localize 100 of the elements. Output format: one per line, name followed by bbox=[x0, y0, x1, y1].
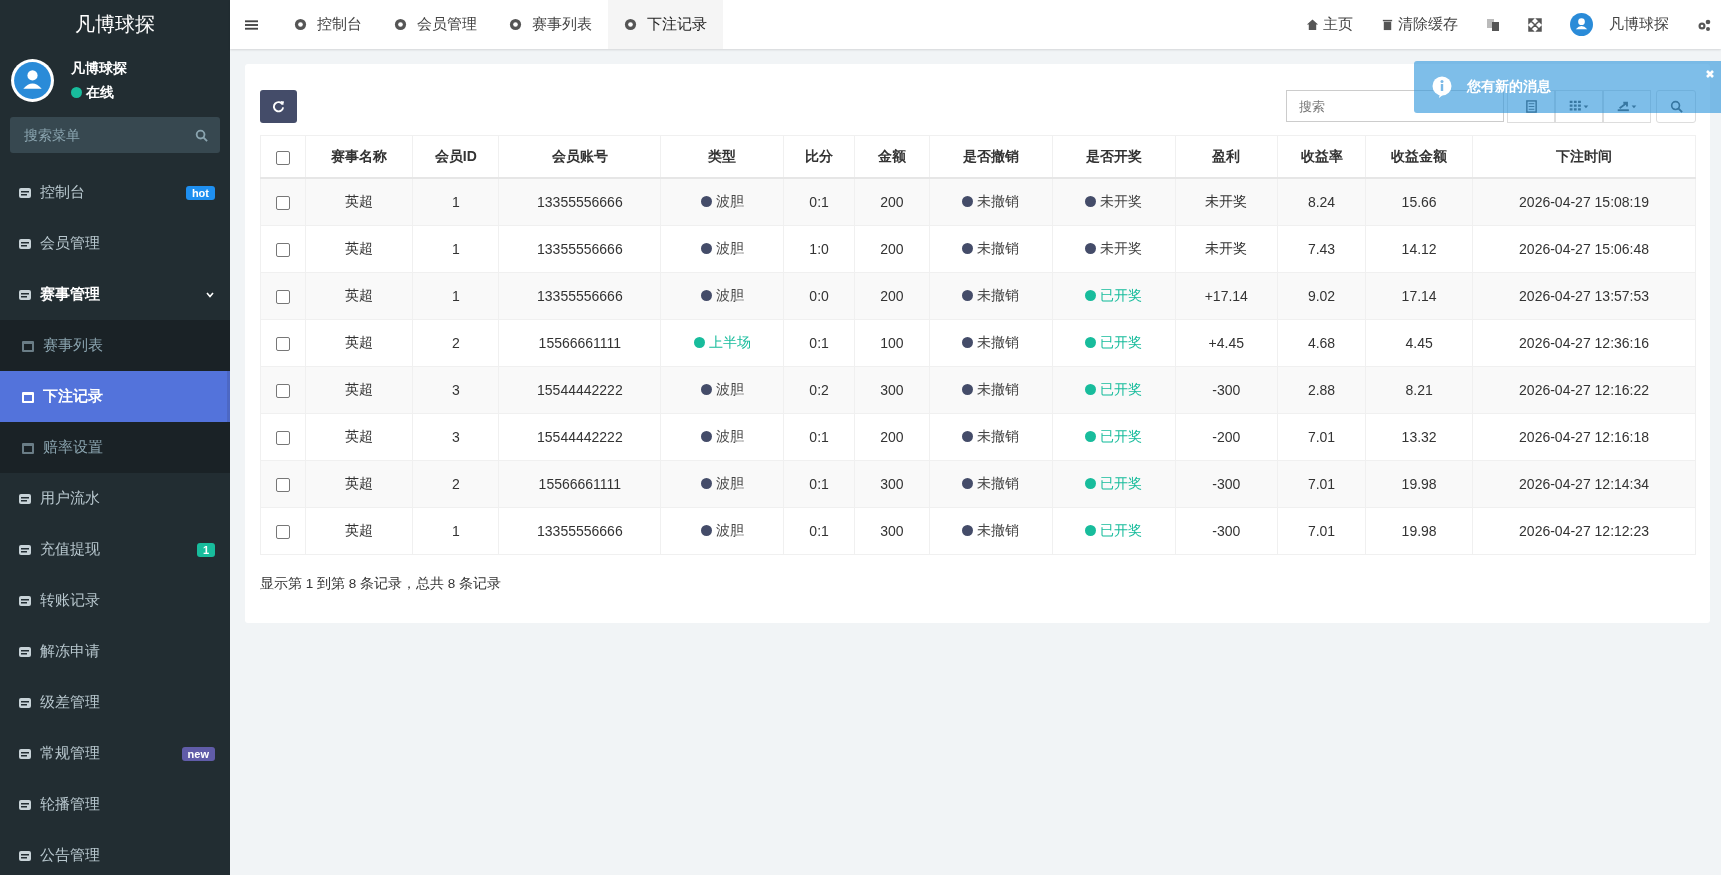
refresh-icon bbox=[272, 99, 285, 113]
menu-icon[interactable] bbox=[245, 18, 258, 31]
status-label: 未撤销 bbox=[977, 193, 1020, 209]
row-checkbox[interactable] bbox=[275, 196, 290, 211]
status-label: 已开奖 bbox=[1100, 381, 1143, 397]
table-cell: 300 bbox=[880, 382, 904, 398]
table-cell: 300 bbox=[880, 523, 904, 539]
table-cell: 4.45 bbox=[1405, 335, 1433, 351]
table-cell: -200 bbox=[1212, 429, 1241, 445]
nav-tab[interactable]: 控制台 bbox=[278, 0, 378, 49]
home-link[interactable]: 主页 bbox=[1292, 0, 1367, 49]
column-header[interactable]: 金额 bbox=[877, 147, 906, 164]
menu-item[interactable]: 充值提现 1 bbox=[0, 524, 230, 575]
column-header[interactable]: 收益率 bbox=[1300, 147, 1343, 164]
columns-button[interactable] bbox=[1555, 89, 1603, 123]
table-cell: 15544442222 bbox=[537, 429, 623, 445]
table-cell: 1 bbox=[451, 523, 460, 539]
table-cell: +4.45 bbox=[1208, 335, 1244, 351]
status-label: 上半场 bbox=[708, 334, 751, 350]
table-cell: 4.68 bbox=[1307, 335, 1336, 351]
status-label: 已开奖 bbox=[1100, 428, 1143, 444]
menu-item[interactable]: 级差管理 bbox=[0, 677, 230, 728]
menu-item[interactable]: 控制台 hot bbox=[0, 167, 230, 218]
menu-item[interactable]: 轮播管理 bbox=[0, 779, 230, 830]
column-header[interactable]: 下注时间 bbox=[1556, 147, 1613, 164]
table-cell: 15.66 bbox=[1401, 194, 1437, 210]
search-field[interactable]: 搜索菜单 bbox=[10, 117, 220, 153]
table-cell: 0:1 bbox=[809, 335, 829, 351]
table-cell: 0:1 bbox=[809, 194, 829, 210]
menu-item[interactable]: 会员管理 bbox=[0, 218, 230, 269]
column-header[interactable]: 是否开奖 bbox=[1085, 147, 1142, 164]
status-label: 已开奖 bbox=[1100, 522, 1143, 538]
table-cell: 100 bbox=[880, 335, 904, 351]
table-cell: 200 bbox=[880, 194, 904, 210]
table-cell: 2 bbox=[451, 335, 460, 351]
row-checkbox[interactable] bbox=[275, 431, 290, 446]
trash-icon bbox=[1381, 18, 1394, 31]
row-checkbox[interactable] bbox=[275, 525, 290, 540]
table-cell: 2 bbox=[451, 476, 460, 492]
status-label: 已开奖 bbox=[1100, 287, 1143, 303]
row-checkbox[interactable] bbox=[275, 290, 290, 305]
column-header[interactable]: 会员账号 bbox=[551, 147, 608, 164]
menu-badge: hot bbox=[185, 185, 215, 200]
table-cell: 英超 bbox=[344, 334, 373, 350]
submenu-item[interactable]: 下注记录 bbox=[0, 371, 230, 422]
grid-icon bbox=[1568, 99, 1590, 113]
column-header[interactable]: 是否撤销 bbox=[962, 147, 1019, 164]
column-header[interactable]: 会员ID bbox=[434, 147, 477, 164]
table-cell: 19.98 bbox=[1401, 523, 1437, 539]
user-menu[interactable]: 凡博球探 bbox=[1556, 0, 1683, 49]
table-cell: 英超 bbox=[344, 193, 373, 209]
fullscreen-icon[interactable] bbox=[1528, 17, 1542, 32]
pagination-info: 显示第 1 到第 8 条记录，总共 8 条记录 bbox=[260, 575, 503, 593]
table-cell: 英超 bbox=[344, 522, 373, 538]
table-cell: 13.32 bbox=[1401, 429, 1437, 445]
nav-tab[interactable]: 下注记录 bbox=[608, 0, 723, 49]
table-cell: 7.01 bbox=[1307, 476, 1336, 492]
column-header[interactable]: 盈利 bbox=[1212, 147, 1241, 164]
status-label: 波胆 bbox=[715, 428, 744, 444]
avatar-icon bbox=[1570, 13, 1593, 36]
info-icon bbox=[1432, 76, 1452, 98]
home-icon bbox=[1306, 18, 1319, 31]
select-all-checkbox[interactable] bbox=[275, 150, 290, 165]
menu-item[interactable]: 转账记录 bbox=[0, 575, 230, 626]
row-checkbox[interactable] bbox=[275, 243, 290, 258]
status-label: 已开奖 bbox=[1100, 334, 1143, 350]
submenu-item[interactable]: 赛事列表 bbox=[0, 320, 230, 371]
table-cell: -300 bbox=[1212, 476, 1241, 492]
submenu-item[interactable]: 赔率设置 bbox=[0, 422, 230, 473]
menu-item[interactable]: 公告管理 bbox=[0, 830, 230, 875]
export-button[interactable] bbox=[1603, 89, 1651, 123]
table-cell: 英超 bbox=[344, 381, 373, 397]
row-checkbox[interactable] bbox=[275, 478, 290, 493]
menu-item[interactable]: 解冻申请 bbox=[0, 626, 230, 677]
menu-item[interactable]: 赛事管理 bbox=[0, 269, 230, 320]
column-header[interactable]: 类型 bbox=[708, 147, 737, 164]
table-cell: 0:1 bbox=[809, 429, 829, 445]
user-name: 凡博球探 bbox=[71, 59, 127, 78]
nav-tab[interactable]: 赛事列表 bbox=[493, 0, 608, 49]
status-label: 未撤销 bbox=[977, 475, 1020, 491]
table-cell: 8.24 bbox=[1307, 194, 1336, 210]
search-button[interactable] bbox=[1656, 89, 1696, 123]
menu-item[interactable]: 用户流水 bbox=[0, 473, 230, 524]
table-cell: 13355556666 bbox=[537, 288, 623, 304]
status-label: 未撤销 bbox=[977, 522, 1020, 538]
row-checkbox[interactable] bbox=[275, 384, 290, 399]
user-status: 在线 bbox=[86, 83, 114, 102]
table-cell: 2.88 bbox=[1307, 382, 1336, 398]
refresh-button[interactable] bbox=[260, 89, 297, 123]
status-label: 波胆 bbox=[715, 287, 744, 303]
column-header[interactable]: 比分 bbox=[805, 147, 834, 164]
row-checkbox[interactable] bbox=[275, 337, 290, 352]
nav-tab[interactable]: 会员管理 bbox=[378, 0, 493, 49]
table-cell: 英超 bbox=[344, 287, 373, 303]
table-cell: 3 bbox=[451, 429, 460, 445]
table-cell: 15544442222 bbox=[537, 382, 623, 398]
table-cell: 13355556666 bbox=[537, 241, 623, 257]
clear-cache-link[interactable]: 清除缓存 bbox=[1367, 0, 1472, 49]
menu-item[interactable]: 常规管理 new bbox=[0, 728, 230, 779]
table-cell: -300 bbox=[1212, 523, 1241, 539]
